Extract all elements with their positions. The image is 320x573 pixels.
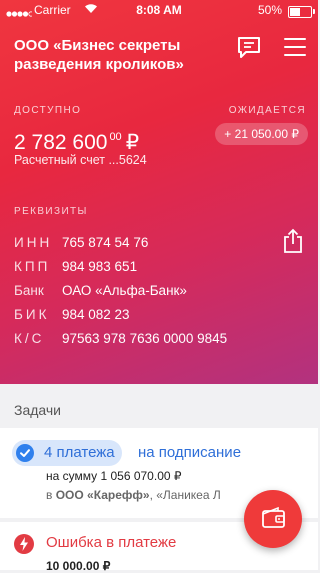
lightning-icon — [14, 534, 34, 554]
menu-icon[interactable] — [284, 38, 306, 56]
error-title[interactable]: Ошибка в платеже — [46, 534, 176, 551]
balance-amount: 2 782 600 00 ₽ — [14, 124, 139, 156]
share-icon[interactable] — [282, 228, 304, 254]
balance-cents: 00 — [109, 131, 122, 143]
requisites-title: РЕКВИЗИТЫ — [14, 206, 88, 217]
wallet-fab[interactable] — [244, 490, 302, 548]
battery-icon — [288, 6, 315, 18]
requisite-value: 984 983 651 — [62, 259, 138, 274]
signing-sum: на сумму 1 056 070.00 ₽ — [46, 469, 182, 483]
status-bar: Carrier 8:08 AM 50% — [0, 0, 318, 22]
requisite-key: К/С — [14, 331, 45, 346]
requisite-value: 97563 978 7636 0000 9845 — [62, 331, 228, 346]
payee-prefix: в — [46, 488, 53, 502]
signing-status[interactable]: на подписание — [138, 440, 241, 466]
account-header: Carrier 8:08 AM 50% ООО «Бизнес секреты … — [0, 0, 318, 384]
tasks-title: Задачи — [14, 402, 62, 418]
balance-whole: 2 782 600 — [14, 131, 108, 154]
wallet-icon — [262, 506, 285, 528]
account-number[interactable]: Расчетный счет ...5624 — [14, 153, 147, 167]
battery-percent: 50% — [257, 3, 282, 17]
requisite-key: БИК — [14, 307, 50, 322]
requisite-value: 765 874 54 76 — [62, 235, 149, 250]
signing-payees: в ООО «Карефф», «Ланикеа Л — [46, 488, 221, 502]
requisite-value: 984 082 23 — [62, 307, 130, 322]
chat-icon[interactable] — [236, 36, 262, 60]
requisite-key: Банк — [14, 283, 44, 298]
pending-badge[interactable]: + 21 050.00 ₽ — [215, 123, 308, 145]
requisite-key: КПП — [14, 259, 51, 274]
payee-rest: , «Ланикеа Л — [149, 488, 221, 502]
company-name[interactable]: ООО «Бизнес секреты разведения кроликов» — [14, 36, 214, 74]
requisite-value: ОАО «Альфа-Банк» — [62, 283, 187, 298]
payee-main: ООО «Карефф» — [55, 488, 150, 502]
error-amount: 10 000.00 ₽ — [46, 559, 111, 573]
requisite-key: ИНН — [14, 235, 53, 250]
available-label: ДОСТУПНО — [14, 105, 82, 116]
check-icon — [16, 444, 34, 462]
pending-label: ОЖИДАЕТСЯ — [228, 105, 306, 116]
balance-currency: ₽ — [125, 131, 140, 154]
